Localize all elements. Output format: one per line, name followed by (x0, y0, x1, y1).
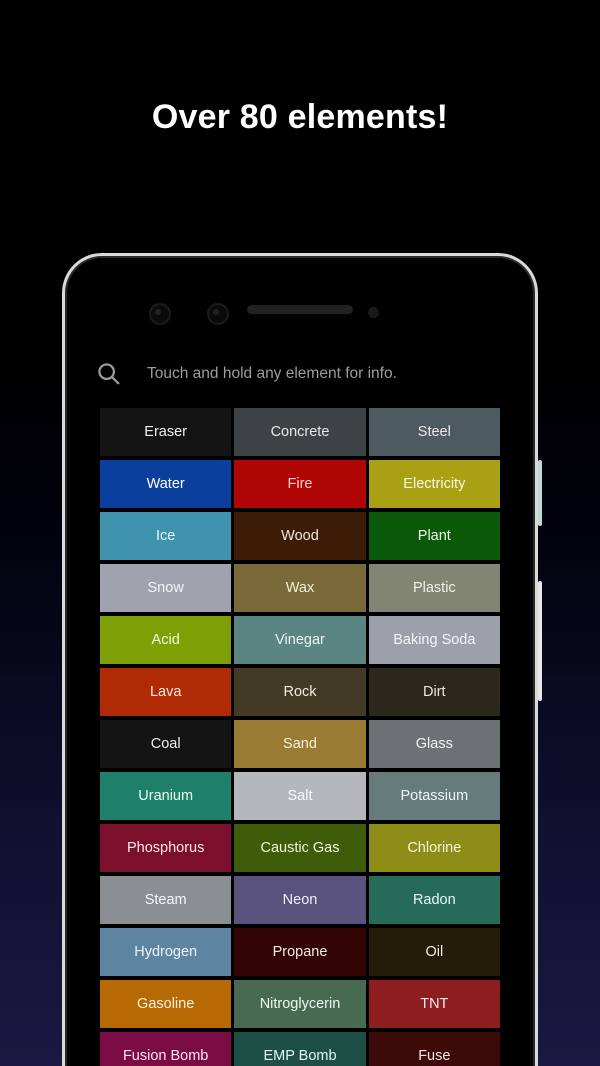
proximity-sensor-icon (368, 307, 379, 318)
element-cell[interactable]: Electricity (368, 460, 500, 508)
app-store-screenshot: Over 80 elements! Touch and hold any ele… (0, 0, 600, 1066)
element-cell[interactable]: Caustic Gas (234, 824, 366, 872)
element-cell[interactable]: Potassium (368, 772, 500, 820)
element-cell[interactable]: Dirt (368, 668, 500, 716)
phone-screen: Touch and hold any element for info. Era… (68, 259, 532, 1066)
element-grid: Eraser Concrete Steel Water Fire Electricity I… (100, 408, 500, 1066)
element-cell[interactable]: Concrete (234, 408, 366, 456)
element-cell[interactable]: Water (100, 460, 232, 508)
volume-button[interactable] (538, 460, 542, 526)
element-cell[interactable]: Steam (100, 876, 232, 924)
page-title: Over 80 elements! (151, 98, 449, 136)
search-icon[interactable] (95, 360, 123, 388)
element-cell[interactable]: Plant (368, 512, 500, 560)
camera-lens-icon (149, 303, 171, 325)
element-cell[interactable]: Sand (234, 720, 366, 768)
element-cell[interactable]: EMP Bomb (234, 1032, 366, 1066)
element-cell[interactable]: Lava (100, 668, 232, 716)
phone-mockup: Touch and hold any element for info. Era… (62, 253, 542, 1066)
element-cell[interactable]: Acid (100, 616, 232, 664)
element-cell[interactable]: Neon (234, 876, 366, 924)
search-bar[interactable]: Touch and hold any element for info. (68, 351, 532, 397)
element-cell[interactable]: Plastic (368, 564, 500, 612)
element-cell[interactable]: Fusion Bomb (100, 1032, 232, 1066)
element-cell[interactable]: Oil (368, 928, 500, 976)
camera-lens-icon (207, 303, 229, 325)
element-cell[interactable]: Chlorine (368, 824, 500, 872)
element-cell[interactable]: Fire (234, 460, 366, 508)
element-cell[interactable]: Uranium (100, 772, 232, 820)
search-input-placeholder[interactable]: Touch and hold any element for info. (147, 365, 397, 383)
element-cell[interactable]: Wood (234, 512, 366, 560)
element-cell[interactable]: Radon (368, 876, 500, 924)
element-cell[interactable]: Rock (234, 668, 366, 716)
power-button[interactable] (538, 581, 542, 701)
element-cell[interactable]: Gasoline (100, 980, 232, 1028)
phone-hardware-row (68, 297, 532, 331)
element-cell[interactable]: Baking Soda (368, 616, 500, 664)
element-cell[interactable]: Fuse (368, 1032, 500, 1066)
element-cell[interactable]: Snow (100, 564, 232, 612)
element-cell[interactable]: Glass (368, 720, 500, 768)
element-cell[interactable]: Propane (234, 928, 366, 976)
element-cell[interactable]: Hydrogen (100, 928, 232, 976)
element-cell[interactable]: Salt (234, 772, 366, 820)
element-cell[interactable]: Wax (234, 564, 366, 612)
element-cell[interactable]: Coal (100, 720, 232, 768)
element-cell[interactable]: Nitroglycerin (234, 980, 366, 1028)
element-cell[interactable]: Vinegar (234, 616, 366, 664)
element-cell[interactable]: Ice (100, 512, 232, 560)
element-cell[interactable]: TNT (368, 980, 500, 1028)
element-cell[interactable]: Phosphorus (100, 824, 232, 872)
element-cell[interactable]: Steel (368, 408, 500, 456)
earpiece-speaker (247, 305, 353, 314)
element-cell[interactable]: Eraser (100, 408, 232, 456)
